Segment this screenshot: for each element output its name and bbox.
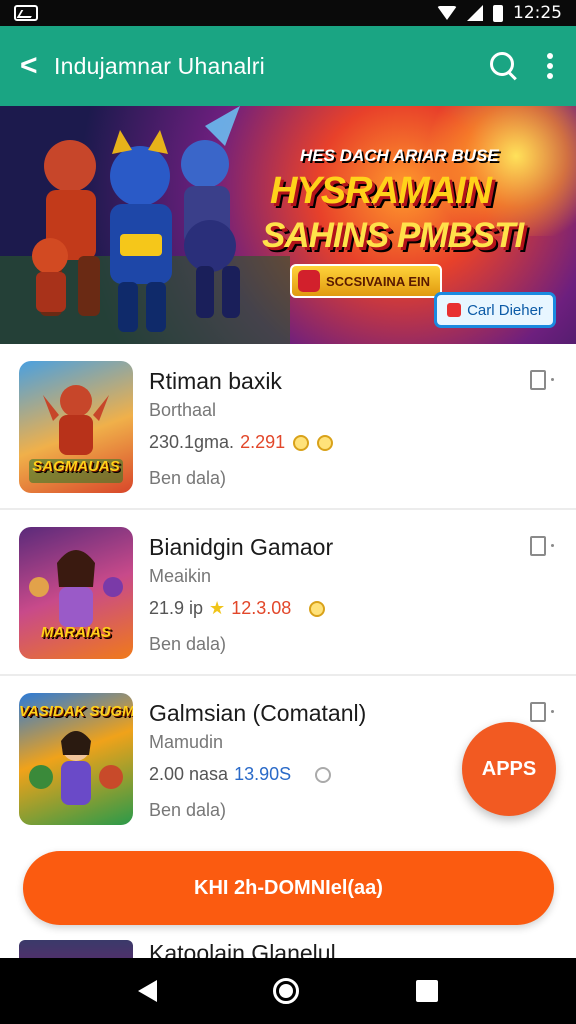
list-item[interactable]: SAGMAUAS Rtiman baxik Borthaal 230.1gma.… bbox=[0, 344, 576, 510]
banner-kicker: HES DACH ARIAR BUSE bbox=[300, 146, 499, 165]
app-meta: 21.9 ip ★ 12.3.08 bbox=[149, 598, 326, 619]
meta-main: 2.00 nasa bbox=[149, 764, 229, 784]
app-developer: Meaikin bbox=[149, 566, 212, 586]
recents-square-icon[interactable] bbox=[415, 980, 438, 1002]
banner-headline-2: SAHINS PMBSTI bbox=[262, 216, 524, 255]
star-icon: ★ bbox=[209, 598, 226, 618]
app-name: Katoolain Glanelul bbox=[149, 940, 336, 958]
thumbnail-label: MARAIAS bbox=[41, 624, 111, 641]
app-meta: 2.00 nasa 13.90S bbox=[149, 764, 332, 785]
primary-cta-button[interactable]: KHI 2h-DOMNIel(aa) bbox=[23, 851, 554, 925]
heroes-illustration bbox=[0, 106, 290, 344]
game-badge-icon bbox=[298, 270, 320, 292]
back-button[interactable]: < bbox=[20, 51, 54, 81]
cta-bar: KHI 2h-DOMNIel(aa) bbox=[0, 830, 576, 940]
thumbnail-label: SAGMAUAS bbox=[32, 458, 120, 475]
app-thumbnail: SAGMAUAS bbox=[19, 361, 133, 493]
list-item[interactable]: MARAIAS Bianidgin Gamaor Meaikin 21.9 ip… bbox=[0, 510, 576, 676]
signal-icon bbox=[467, 5, 483, 21]
banner-pill-text: SCCSIVAINA EIN bbox=[326, 273, 431, 289]
system-nav-bar bbox=[0, 958, 576, 1024]
app-notification-icon bbox=[14, 5, 38, 21]
banner-pill: SCCSIVAINA EIN bbox=[290, 264, 442, 298]
coin-icon bbox=[317, 434, 334, 451]
more-vert-icon[interactable] bbox=[546, 53, 554, 79]
wifi-icon bbox=[437, 6, 457, 20]
status-bar: 12:25 bbox=[0, 0, 576, 26]
bookmark-icon[interactable] bbox=[530, 536, 554, 556]
list-item-peek[interactable]: Katoolain Glanelul bbox=[0, 940, 576, 958]
status-time: 12:25 bbox=[513, 3, 562, 23]
search-icon[interactable] bbox=[484, 46, 524, 86]
meta-main: 230.1gma. bbox=[149, 432, 235, 452]
banner-cta-label: Carl Dieher bbox=[467, 301, 543, 319]
bookmark-icon[interactable] bbox=[530, 370, 554, 390]
cta-badge-icon bbox=[447, 303, 462, 317]
bookmark-icon[interactable] bbox=[530, 702, 554, 722]
app-name: Galmsian (Comatanl) bbox=[149, 700, 367, 726]
thumbnail-label: VASIDAK SUGMAAD bbox=[19, 703, 133, 720]
app-thumbnail: MARAIAS bbox=[19, 527, 133, 659]
meta-main: 21.9 ip bbox=[149, 598, 204, 618]
home-circle-icon[interactable] bbox=[273, 978, 300, 1004]
app-bar: < Indujamnar Uhanalri bbox=[0, 26, 576, 106]
app-developer: Mamudin bbox=[149, 732, 224, 752]
app-sub: Ben dala) bbox=[149, 800, 227, 820]
app-thumbnail: VASIDAK SUGMAAD bbox=[19, 693, 133, 825]
app-sub: Ben dala) bbox=[149, 634, 227, 654]
page-title: Indujamnar Uhanalri bbox=[54, 52, 265, 79]
coin-outline-icon bbox=[315, 766, 332, 783]
app-thumbnail bbox=[19, 940, 133, 958]
app-name: Bianidgin Gamaor bbox=[149, 534, 334, 560]
banner-cta-button[interactable]: Carl Dieher bbox=[434, 292, 556, 328]
app-developer: Borthaal bbox=[149, 400, 217, 420]
banner-headline: HYSRAMAIN bbox=[270, 170, 492, 212]
app-sub: Ben dala) bbox=[149, 468, 227, 488]
app-name: Rtiman baxik bbox=[149, 368, 282, 394]
meta-highlight: 12.3.08 bbox=[231, 598, 292, 618]
meta-highlight: 13.90S bbox=[234, 764, 292, 784]
back-triangle-icon[interactable] bbox=[138, 980, 158, 1002]
coin-icon bbox=[309, 600, 326, 617]
app-meta: 230.1gma. 2.291 bbox=[149, 432, 334, 453]
coin-icon bbox=[293, 434, 310, 451]
battery-icon bbox=[493, 4, 503, 22]
promo-banner[interactable]: HES DACH ARIAR BUSE HYSRAMAIN SAHINS PMB… bbox=[0, 106, 576, 344]
meta-highlight: 2.291 bbox=[240, 432, 286, 452]
apps-fab-button[interactable]: APPS bbox=[462, 722, 556, 816]
